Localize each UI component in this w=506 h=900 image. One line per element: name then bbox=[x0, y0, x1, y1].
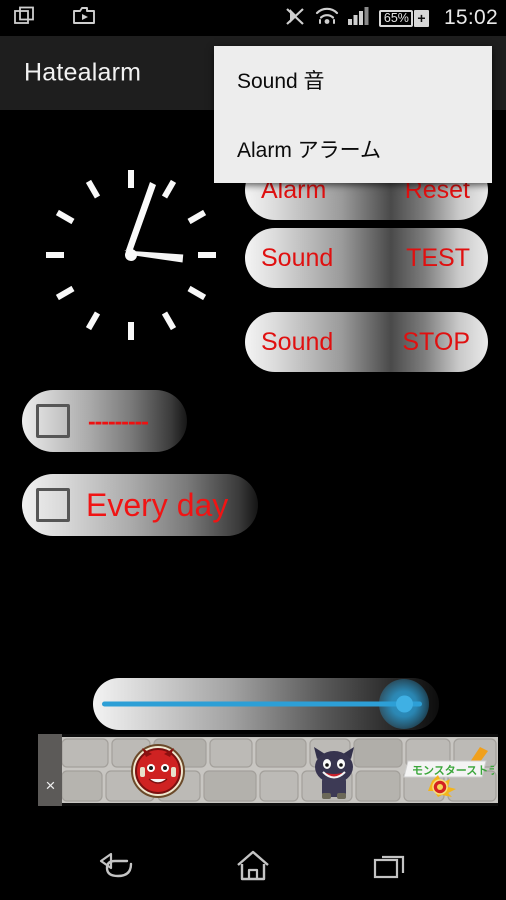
status-bar-clock: 15:02 bbox=[443, 6, 498, 29]
every-day-checkbox-row[interactable]: Every day bbox=[22, 474, 258, 536]
home-button[interactable] bbox=[222, 841, 284, 891]
volume-slider[interactable] bbox=[93, 678, 439, 730]
every-day-label: Every day bbox=[86, 486, 229, 523]
menu-item-sound[interactable]: Sound 音 bbox=[214, 46, 492, 115]
back-arrow-icon bbox=[99, 852, 133, 878]
sound-stop-button-right-label: STOP bbox=[402, 327, 470, 356]
bluetooth-muted-icon bbox=[284, 5, 306, 32]
status-bar-right-icons: 65% + 15:02 bbox=[284, 0, 498, 36]
overflow-menu[interactable]: Sound 音 Alarm アラーム bbox=[214, 46, 492, 183]
clock-center-cap bbox=[125, 249, 137, 261]
back-button[interactable] bbox=[84, 841, 146, 891]
ad-logo-explosion bbox=[428, 775, 456, 797]
dark-cat-character bbox=[314, 747, 354, 799]
status-bar-left-icons bbox=[0, 0, 96, 36]
recents-icon bbox=[373, 855, 405, 879]
ad-logo-text: モンスターストライク bbox=[412, 764, 494, 777]
camera-app-icon bbox=[72, 5, 96, 32]
recents-button[interactable] bbox=[360, 841, 422, 891]
menu-item-alarm-label: Alarm アラーム bbox=[237, 138, 382, 162]
sound-stop-button[interactable]: Sound STOP bbox=[245, 312, 488, 372]
every-day-checkbox[interactable] bbox=[36, 488, 70, 522]
screenshot-icon bbox=[14, 6, 36, 31]
ad-banner-content[interactable]: モンスターストライク bbox=[60, 737, 498, 803]
sound-test-button[interactable]: Sound TEST bbox=[245, 228, 488, 288]
phone-screen: 65% + 15:02 Hatealarm Alarm Reset Sound … bbox=[0, 0, 506, 900]
volume-slider-track[interactable] bbox=[102, 701, 422, 707]
sound-stop-button-left-label: Sound bbox=[261, 327, 334, 356]
dashes-checkbox[interactable] bbox=[36, 404, 70, 438]
sound-test-button-left-label: Sound bbox=[261, 243, 334, 272]
clock-minute-hand bbox=[126, 182, 156, 255]
volume-slider-thumb[interactable] bbox=[396, 695, 413, 713]
battery-percent-label: 65% bbox=[383, 10, 409, 25]
battery-body: 65% bbox=[378, 9, 413, 27]
page-title: Hatealarm bbox=[24, 58, 142, 87]
ad-game-logo: モンスターストライク bbox=[403, 747, 494, 797]
menu-item-sound-label: Sound 音 bbox=[237, 70, 325, 94]
wifi-icon bbox=[315, 6, 339, 31]
battery-charging-icon: + bbox=[413, 9, 429, 27]
menu-item-alarm[interactable]: Alarm アラーム bbox=[214, 115, 492, 184]
ad-close-icon[interactable]: × bbox=[41, 776, 60, 795]
dashes-checkbox-row[interactable]: --------- bbox=[22, 390, 187, 452]
red-devil-character bbox=[131, 744, 185, 798]
ad-banner-left-strip: × bbox=[38, 734, 62, 806]
home-icon bbox=[237, 850, 269, 881]
system-navigation-bar bbox=[0, 832, 506, 900]
cellular-signal-icon bbox=[347, 6, 370, 31]
ad-banner[interactable]: モンスターストライク × bbox=[38, 734, 498, 806]
dashes-label: --------- bbox=[88, 407, 149, 434]
sound-test-button-right-label: TEST bbox=[406, 243, 470, 272]
status-bar: 65% + 15:02 bbox=[0, 0, 506, 36]
analog-clock bbox=[28, 152, 234, 358]
battery-indicator: 65% + bbox=[378, 9, 429, 27]
